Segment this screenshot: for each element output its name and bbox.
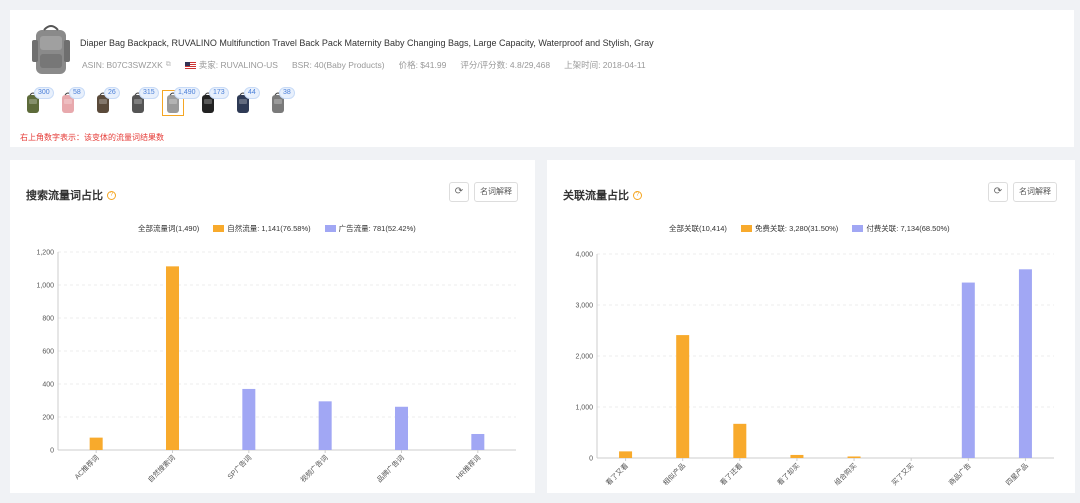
explain-button[interactable]: 名词解释 <box>1013 182 1057 202</box>
variant-thumb[interactable]: 1,490 <box>162 87 200 116</box>
panel-title: 搜索流量词占比 ? <box>26 187 116 203</box>
bar[interactable] <box>395 406 408 450</box>
related-traffic-chart: 0 1,000 2,000 3,000 4,000 看了又看 相似产品 看了还看 看了却买 组合购… <box>575 252 1054 487</box>
y-tick-label: 600 <box>42 349 54 356</box>
x-tick-label: AC推荐词 <box>72 453 100 481</box>
search-traffic-panel: 搜索流量词占比 ? ⟳ 名词解释 全部流量词(1,490) 自然流量: 1,14… <box>10 160 535 493</box>
x-tick-label: 自然搜索词 <box>146 453 177 484</box>
bar[interactable] <box>318 401 332 450</box>
bar[interactable] <box>166 266 179 450</box>
variant-thumb[interactable]: 26 <box>92 87 120 116</box>
bar[interactable] <box>471 433 485 450</box>
variant-thumb[interactable]: 58 <box>57 87 85 116</box>
refresh-button[interactable]: ⟳ <box>988 182 1008 202</box>
y-tick-label: 2,000 <box>575 354 593 361</box>
y-tick-label: 800 <box>42 316 54 323</box>
legend-total[interactable]: 全部关联(10,414) <box>669 223 727 234</box>
bar[interactable] <box>676 335 690 458</box>
legend-organic[interactable]: 自然流量: 1,141(76.58%) <box>213 223 311 234</box>
variant-thumb[interactable]: 300 <box>22 87 54 116</box>
y-tick-label: 200 <box>42 415 54 422</box>
variant-thumb[interactable]: 44 <box>232 87 260 116</box>
x-tick-label: 品牌广告词 <box>375 453 406 484</box>
external-link-icon[interactable]: ⧉ <box>166 61 171 69</box>
legend-ads[interactable]: 广告流量: 781(52.42%) <box>324 223 416 234</box>
price: 价格: $41.99 <box>398 60 447 70</box>
y-tick-label: 1,200 <box>36 250 54 257</box>
bar[interactable] <box>961 282 975 458</box>
seller[interactable]: 卖家: RUVALINO-US <box>184 59 278 71</box>
bar[interactable] <box>847 456 861 458</box>
product-card: Diaper Bag Backpack, RUVALINO Multifunct… <box>10 10 1074 147</box>
x-tick-label: SP广告词 <box>225 453 253 481</box>
bsr: BSR: 40(Baby Products) <box>291 60 385 70</box>
x-tick-label: 商品广告 <box>947 461 973 487</box>
launch-date: 上架时间: 2018-04-11 <box>564 60 646 70</box>
x-tick-label: 看了却买 <box>775 461 801 487</box>
variant-count: 315 <box>139 87 159 99</box>
bar[interactable] <box>619 451 633 458</box>
panel-title: 关联流量占比 ? <box>563 187 642 203</box>
x-tick-label: 组合购买 <box>832 461 858 487</box>
explain-button[interactable]: 名词解释 <box>474 182 518 202</box>
x-tick-label: 买了又买 <box>890 462 915 487</box>
product-title: Diaper Bag Backpack, RUVALINO Multifunct… <box>80 38 654 48</box>
related-traffic-panel: 关联流量占比 ? ⟳ 名词解释 全部关联(10,414) 免费关联: 3,280… <box>547 160 1075 493</box>
legend-free[interactable]: 免费关联: 3,280(31.50%) <box>740 223 838 234</box>
asin[interactable]: ASIN: B07C3SWZXK ⧉ <box>82 59 171 71</box>
variant-count: 38 <box>279 87 295 99</box>
variant-thumb[interactable]: 173 <box>197 87 229 116</box>
help-icon[interactable]: ? <box>633 190 642 200</box>
y-tick-label: 1,000 <box>36 283 54 290</box>
variant-count: 173 <box>209 87 229 99</box>
variant-thumb[interactable]: 38 <box>267 87 295 116</box>
x-tick-label: 视频广告词 <box>298 453 329 484</box>
x-tick-label: 看了还看 <box>719 462 744 487</box>
variant-thumb[interactable]: 315 <box>127 87 159 116</box>
variant-note: 右上角数字表示：该变体的流量词结果数 <box>20 133 164 142</box>
us-flag-icon <box>184 61 196 69</box>
help-icon[interactable]: ? <box>107 190 116 200</box>
rating: 评分/评分数: 4.8/29,468 <box>460 60 551 70</box>
y-tick-label: 0 <box>589 456 593 463</box>
bar[interactable] <box>89 437 103 450</box>
y-tick-label: 4,000 <box>575 252 593 259</box>
variant-count: 300 <box>34 87 54 99</box>
bar[interactable] <box>790 454 804 458</box>
legend-total[interactable]: 全部流量词(1,490) <box>138 223 199 234</box>
variant-count: 1,490 <box>174 87 200 99</box>
chart-legend: 全部流量词(1,490) 自然流量: 1,141(76.58%) 广告流量: 7… <box>138 223 416 234</box>
variant-count: 44 <box>244 87 260 99</box>
x-tick-label: 四星产品 <box>1004 461 1030 487</box>
x-tick-label: HR推荐词 <box>454 453 482 481</box>
variant-count: 26 <box>104 87 120 99</box>
y-tick-label: 3,000 <box>575 303 593 310</box>
x-tick-label: 相似产品 <box>661 461 687 487</box>
search-traffic-chart: 0 200 400 600 800 1,000 1,200 AC推荐词 自然搜索词 SP广告词 视频… <box>36 250 516 484</box>
product-meta: ASIN: B07C3SWZXK ⧉ 卖家: RUVALINO-US BSR: 4… <box>82 59 646 71</box>
chart-legend: 全部关联(10,414) 免费关联: 3,280(31.50%) 付费关联: 7… <box>669 223 950 234</box>
y-tick-label: 0 <box>50 448 54 455</box>
refresh-button[interactable]: ⟳ <box>449 182 469 202</box>
x-tick-label: 看了又看 <box>605 462 630 487</box>
bar[interactable] <box>242 388 256 450</box>
variant-count: 58 <box>69 87 85 99</box>
product-image[interactable] <box>26 22 76 78</box>
bar[interactable] <box>733 423 747 458</box>
y-tick-label: 400 <box>42 382 54 389</box>
bar[interactable] <box>1018 269 1032 458</box>
y-tick-label: 1,000 <box>575 405 593 412</box>
variant-list: 300 58 26 315 1,490 173 44 38 <box>22 87 295 116</box>
legend-paid[interactable]: 付费关联: 7,134(68.50%) <box>852 223 950 234</box>
